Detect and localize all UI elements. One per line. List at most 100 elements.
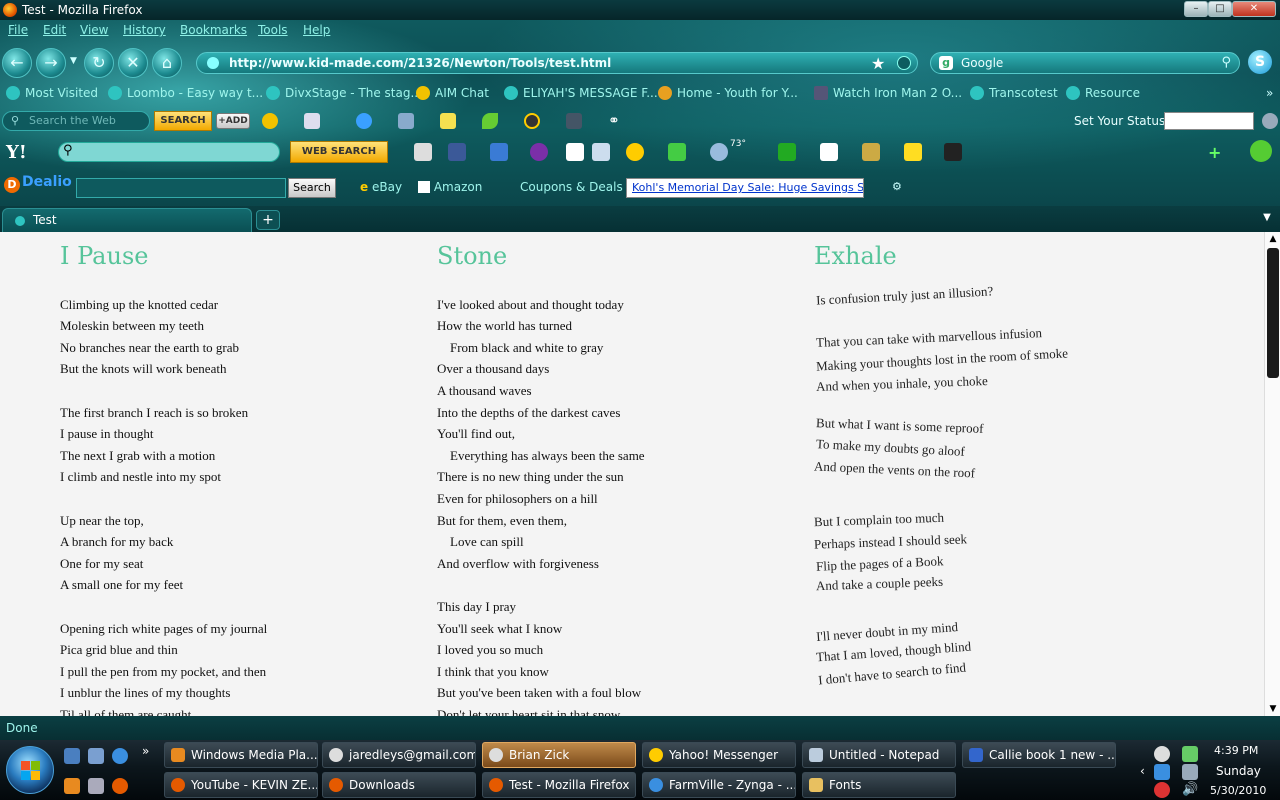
search-bar[interactable]: g Google ⚲ [930, 52, 1240, 74]
forward-button[interactable]: → [36, 48, 66, 78]
back-button[interactable]: ← [2, 48, 32, 78]
start-button[interactable] [6, 746, 54, 794]
yahoo-web-search-button[interactable]: WEB SEARCH [290, 141, 388, 163]
taskbar-item[interactable]: FarmVille - Zynga - ... [642, 772, 796, 798]
taskbar-item[interactable]: jaredleys@gmail.com [322, 742, 476, 768]
tray-expand-chevron-icon[interactable]: ‹ [1140, 764, 1145, 778]
bookmark-item[interactable]: AIM Chat [416, 86, 489, 100]
bookmark-item[interactable]: Home - Youth for Y... [658, 86, 798, 100]
my-yahoo-icon[interactable] [530, 143, 548, 161]
bookmark-item[interactable]: Loombo - Easy way t... [108, 86, 263, 100]
quick-launch-overflow-icon[interactable]: » [142, 744, 158, 760]
add-icon[interactable]: + [1208, 143, 1226, 162]
aim-add-button[interactable]: +ADD [216, 113, 250, 129]
menu-history[interactable]: History [123, 23, 166, 37]
status-input[interactable] [1164, 112, 1254, 130]
show-desktop-icon[interactable] [64, 748, 80, 764]
home-button[interactable]: ⌂ [152, 48, 182, 78]
reload-button[interactable]: ↻ [84, 48, 114, 78]
menu-bookmarks[interactable]: Bookmarks [180, 23, 247, 37]
stop-button[interactable]: ✕ [118, 48, 148, 78]
menu-edit[interactable]: Edit [43, 23, 66, 37]
scrollbar-thumb[interactable] [1267, 248, 1279, 378]
battery-tray-icon[interactable] [1182, 746, 1198, 762]
chat-bubble-icon[interactable] [356, 113, 372, 129]
aim-search-input[interactable]: ⚲ Search the Web [2, 111, 150, 131]
network-tray-icon[interactable] [1182, 764, 1198, 780]
taskbar-item[interactable]: Callie book 1 new - ... [962, 742, 1116, 768]
menu-tools[interactable]: Tools [258, 23, 288, 37]
search-icon[interactable]: ⚲ [1221, 55, 1231, 70]
gear-icon[interactable]: ⚙ [892, 180, 902, 193]
scroll-up-arrow-icon[interactable]: ▲ [1266, 232, 1280, 246]
note-icon[interactable] [440, 113, 456, 129]
bookmark-star-icon[interactable]: ★ [871, 54, 885, 73]
clock-day[interactable]: Sunday [1216, 764, 1261, 778]
menu-file[interactable]: File [8, 23, 28, 37]
media-player-icon[interactable] [64, 778, 80, 794]
bookmark-item[interactable]: DivxStage - The stag... [266, 86, 422, 100]
close-button[interactable]: ✕ [1232, 1, 1276, 17]
bookmark-item[interactable]: Transcotest [970, 86, 1058, 100]
url-bar[interactable]: http://www.kid-made.com/21326/Newton/Too… [196, 52, 918, 74]
new-tab-button[interactable]: + [256, 210, 280, 230]
go-icon[interactable] [897, 56, 911, 70]
clock-time[interactable]: 4:39 PM [1214, 744, 1258, 757]
clock-date[interactable]: 5/30/2010 [1210, 784, 1266, 797]
volume-tray-icon[interactable]: 🔊 [1182, 782, 1198, 798]
mail-icon[interactable] [490, 143, 508, 161]
history-dropdown-icon[interactable]: ▼ [70, 56, 77, 66]
minimize-button[interactable]: – [1184, 1, 1208, 17]
share-icon[interactable] [398, 113, 414, 129]
news-icon[interactable] [862, 143, 880, 161]
taskbar-item[interactable]: Yahoo! Messenger [642, 742, 796, 768]
taskbar-item[interactable]: Brian Zick [482, 742, 636, 768]
amazon-link[interactable]: Amazon [418, 180, 482, 194]
bookmark-item[interactable]: Watch Iron Man 2 O... [814, 86, 962, 100]
taskbar-item[interactable]: Fonts [802, 772, 956, 798]
bookmark-item[interactable]: Resource [1066, 86, 1140, 100]
smiley-icon[interactable] [626, 143, 644, 161]
bookmark-item[interactable]: ELIYAH'S MESSAGE F... [504, 86, 658, 100]
scroll-down-arrow-icon[interactable]: ▼ [1266, 702, 1280, 716]
aim-search-button[interactable]: SEARCH [154, 111, 212, 131]
kohls-promo-dropdown[interactable]: Kohl's Memorial Day Sale: Huge Savings S… [626, 178, 864, 198]
finance-icon[interactable] [778, 143, 796, 161]
video-camera-icon[interactable] [566, 113, 582, 129]
settings-gear-icon[interactable] [1250, 140, 1272, 162]
site-identity-icon[interactable] [207, 57, 219, 69]
switch-windows-icon[interactable] [88, 748, 104, 764]
yahoo-logo[interactable]: Y! [6, 142, 27, 163]
amazon-icon[interactable] [944, 143, 962, 161]
music-icon[interactable] [524, 113, 540, 129]
messenger-tray-icon[interactable] [1154, 746, 1170, 762]
gear-icon[interactable] [1262, 113, 1278, 129]
flickr-icon[interactable] [820, 143, 838, 161]
pencil-icon[interactable] [414, 143, 432, 161]
bookmark-item[interactable]: Most Visited [6, 86, 98, 100]
menu-view[interactable]: View [80, 23, 108, 37]
security-tray-icon[interactable] [1154, 782, 1170, 798]
menu-help[interactable]: Help [303, 23, 330, 37]
blank-page-icon[interactable] [566, 143, 584, 161]
ebay-link[interactable]: e eBay [360, 180, 402, 194]
tab-test[interactable]: Test [2, 208, 252, 232]
google-icon[interactable]: g [939, 56, 953, 70]
link-icon[interactable]: ⚭ [608, 113, 624, 129]
games-icon[interactable] [668, 143, 686, 161]
maximize-button[interactable]: □ [1208, 1, 1232, 17]
vertical-scrollbar[interactable]: ▲ ▼ [1264, 232, 1280, 716]
taskbar-item[interactable]: YouTube - KEVIN ZE... [164, 772, 318, 798]
yahoo-search-input[interactable]: ⚲ [58, 142, 280, 162]
facebook-icon[interactable] [448, 143, 466, 161]
dealio-search-button[interactable]: Search [288, 178, 336, 198]
ebay-icon[interactable] [904, 143, 922, 161]
firefox-icon[interactable] [112, 778, 128, 794]
bookmarks-overflow-icon[interactable]: » [1266, 86, 1273, 100]
dealio-logo[interactable]: D Dealio [4, 174, 72, 193]
skype-icon[interactable]: S [1248, 50, 1272, 74]
internet-explorer-icon[interactable] [112, 748, 128, 764]
aim-running-man-icon[interactable] [262, 113, 278, 129]
weather-icon[interactable] [710, 143, 728, 161]
pages-icon[interactable] [592, 143, 610, 161]
